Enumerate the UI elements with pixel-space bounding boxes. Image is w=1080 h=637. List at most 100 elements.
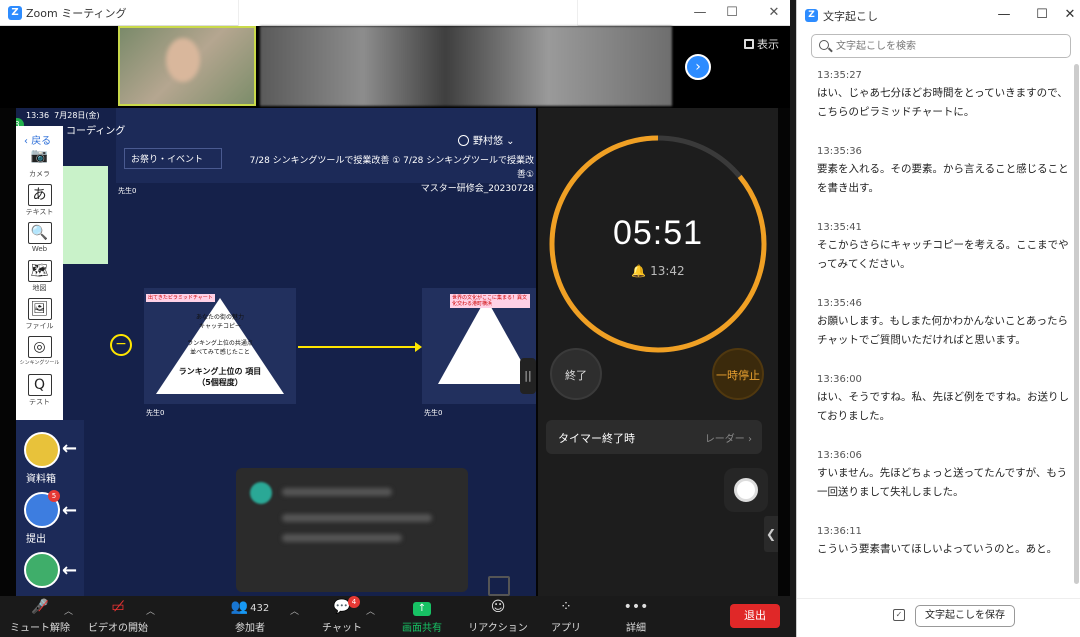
- timer-end-row-label: タイマー終了時: [558, 432, 635, 445]
- folder-icon: [24, 432, 60, 468]
- teacher-label: 先生0: [118, 187, 137, 195]
- teacher-label: 先生0: [146, 409, 165, 417]
- transcript-entry: 13:35:46 お願いします。もしまた何かわかんないことあったらチャットでご質問…: [817, 298, 1073, 350]
- timer-end-row-value: レーダー ›: [704, 434, 752, 445]
- submit-badge: 5: [48, 490, 60, 502]
- zoom-logo-icon: Z: [8, 6, 22, 20]
- pyramid-mid-text: ランキング上位の共通点 並べてみて感じたこと: [187, 340, 253, 356]
- blurred-text: [282, 534, 402, 542]
- transcript-text: こういう要素書いてほしいよっていうのと。あと。: [817, 543, 1058, 555]
- timer-alarm-time: 🔔 13:42: [631, 264, 685, 278]
- scrollbar-thumb[interactable]: [1074, 64, 1079, 584]
- camera-icon: 📷: [30, 148, 49, 164]
- maximize-icon[interactable]: ☐: [718, 3, 746, 23]
- close-icon[interactable]: ✕: [1059, 6, 1080, 24]
- transcript-search-input[interactable]: [836, 38, 1064, 54]
- share-screen-icon: ↑: [382, 598, 462, 616]
- chat-label: チャット: [322, 623, 362, 634]
- tool-text[interactable]: あテキスト: [16, 184, 63, 222]
- trash-icon[interactable]: [488, 576, 510, 596]
- transcript-entry: 13:36:00 はい、そうですね。私、先ほど例をですね。お送りしておりました。: [817, 374, 1073, 426]
- user-avatar-icon: [458, 135, 469, 146]
- bell-icon: 🔔: [631, 264, 647, 278]
- chevron-up-icon[interactable]: ︿: [64, 604, 73, 617]
- participant-video-thumbnails[interactable]: [260, 26, 672, 106]
- timer-pause-button[interactable]: 一時停止: [712, 348, 764, 400]
- pyramid-chart-card-2[interactable]: 世界の文化がここに集まる！異文化交わる港町横浜: [422, 288, 536, 404]
- sticky-note[interactable]: [63, 166, 108, 264]
- tool-file[interactable]: 🖼 ファイル: [16, 298, 63, 336]
- apps-label: アプリ: [551, 623, 581, 634]
- chevron-up-icon[interactable]: ︿: [146, 604, 155, 617]
- screen-share-area: 13:36 7月28日(金) 3 コーディング ‹ 戻る 📷 カメラ あテキスト …: [0, 108, 790, 596]
- transcript-search[interactable]: [811, 34, 1071, 58]
- transcript-timestamp: 13:35:41: [817, 222, 862, 233]
- tool-label: ファイル: [25, 322, 54, 330]
- participants-button[interactable]: 👥 432 参加者: [210, 598, 290, 634]
- pyramid-tag: 出てきたピラミッドチャート: [146, 294, 215, 302]
- split-drag-handle[interactable]: ||: [520, 358, 536, 394]
- self-video-thumbnail[interactable]: [118, 26, 256, 106]
- zoom-logo-icon: Z: [805, 9, 818, 22]
- transcript-entry: 13:35:27 はい、じゃあ七分ほどお時間をとっていきますので、こちらのピラミッ…: [817, 70, 1073, 122]
- transcript-scrollbar[interactable]: [1073, 64, 1080, 594]
- timer-end-sound-row[interactable]: タイマー終了時 レーダー ›: [546, 420, 762, 454]
- transcript-title-bar: Z 文字起こし — ☐ ✕: [797, 0, 1080, 30]
- transcript-timestamp: 13:36:00: [817, 374, 862, 385]
- save-transcript-button[interactable]: 文字起こしを保存: [915, 605, 1015, 627]
- timer-end-button[interactable]: 終了: [550, 348, 602, 400]
- minimize-icon[interactable]: —: [993, 6, 1015, 24]
- side-panel-tab[interactable]: ❮: [764, 516, 778, 552]
- ipad-tool-palette: ‹ 戻る 📷 カメラ あテキスト 🔍 Web 🗺 地図 🖼 ファイル ◎ シンキングツール…: [16, 126, 63, 420]
- maximize-icon[interactable]: ☐: [1031, 6, 1053, 24]
- pyramid-chart-card[interactable]: 出てきたピラミッドチャート あなたの街の魅力 キャッチコピー ランキング上位の共…: [144, 288, 296, 404]
- user-chip[interactable]: 野村悠 ⌄: [458, 132, 515, 147]
- more-button[interactable]: ••• 詳細: [596, 598, 676, 634]
- minimize-icon[interactable]: —: [686, 3, 714, 23]
- tool-label: シンキングツール: [19, 360, 60, 366]
- back-button[interactable]: ‹ 戻る: [24, 132, 51, 147]
- group-icon: [24, 552, 60, 588]
- tool-label: Web: [31, 245, 48, 253]
- participants-label: 参加者: [235, 623, 265, 634]
- transcript-footer: ✓ 文字起こしを保存: [797, 598, 1080, 637]
- apps-icon: ⁘: [560, 599, 572, 615]
- ipad-status-time: 13:36 7月28日(金): [26, 111, 100, 120]
- close-icon[interactable]: ✕: [760, 3, 788, 23]
- tool-map[interactable]: 🗺 地図: [16, 260, 63, 298]
- pyramid-tag: 世界の文化がここに集まる！異文化交わる港町横浜: [450, 294, 530, 308]
- chevron-up-icon[interactable]: ︿: [366, 604, 375, 617]
- transcript-list[interactable]: 13:35:27 はい、じゃあ七分ほどお時間をとっていきますので、こちらのピラミッ…: [797, 64, 1073, 594]
- shared-ipad-canvas[interactable]: 13:36 7月28日(金) 3 コーディング ‹ 戻る 📷 カメラ あテキスト …: [16, 108, 536, 596]
- apps-button[interactable]: ⁘ アプリ: [526, 598, 606, 634]
- settings-checkbox-icon[interactable]: ✓: [893, 609, 905, 621]
- gallery-next-icon[interactable]: ›: [685, 54, 711, 80]
- timer-panel: 05:51 🔔 13:42 終了 一時停止 タイマー終了時 レーダー › ❮: [538, 108, 778, 596]
- map-icon: 🗺: [27, 260, 52, 282]
- search-icon: [819, 40, 829, 50]
- tool-label: カメラ: [29, 170, 50, 178]
- chat-notification-popup[interactable]: [236, 468, 468, 592]
- leave-button[interactable]: 退出: [730, 604, 780, 628]
- chevron-up-icon[interactable]: ︿: [290, 604, 299, 617]
- tool-camera[interactable]: 📷 カメラ: [16, 146, 63, 184]
- timer-remaining: 05:51: [612, 214, 704, 252]
- teacher-label: 先生0: [424, 409, 443, 417]
- connector-arrow: [298, 342, 422, 352]
- card-festival[interactable]: お祭り・イベント: [124, 148, 222, 169]
- tool-label: テスト: [29, 398, 50, 406]
- transcript-entry: 13:36:06 すいません。先ほどちょっと送ってたんですが、もう一回送りまして失…: [817, 450, 1073, 502]
- unmute-label: ミュート解除: [10, 623, 70, 634]
- assistive-touch-button[interactable]: [724, 468, 768, 512]
- zoom-meeting-window: Z Zoom ミーティング — ☐ ✕ › 表示 13:36 7月28日(金) …: [0, 0, 790, 637]
- view-button[interactable]: 表示: [744, 36, 779, 52]
- tool-thinking[interactable]: ◎ シンキングツール: [16, 336, 63, 374]
- collapse-circle-icon[interactable]: −: [110, 334, 132, 356]
- participant-face: [166, 38, 200, 82]
- share-screen-button[interactable]: ↑ 画面共有: [382, 598, 462, 634]
- file-image-icon: 🖼: [27, 298, 52, 320]
- transcript-entry: 13:35:41 そこからさらにキャッチコピーを考える。ここまでやってみてください…: [817, 222, 1073, 274]
- tool-test[interactable]: Q テスト: [16, 374, 63, 412]
- tool-web[interactable]: 🔍 Web: [16, 222, 63, 260]
- transcript-title: 文字起こし: [823, 10, 878, 23]
